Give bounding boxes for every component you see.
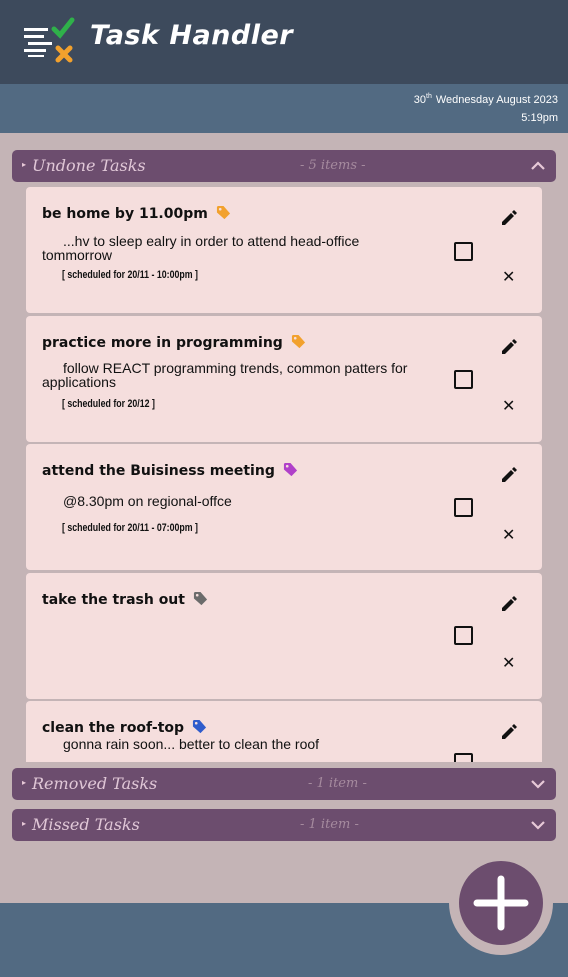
section-count: - 1 item - [308,776,367,791]
tag-icon [216,205,230,220]
date-day: 30 [413,94,427,106]
task-card: be home by 11.00pm ...hv to sleep ealry … [26,187,542,313]
edit-pencil-icon[interactable] [500,595,518,613]
section-arrow-icon: ▸ [22,778,27,787]
chevron-up-icon[interactable] [530,159,546,173]
section-missed-tasks[interactable]: ▸ Missed Tasks - 1 item - [12,809,556,841]
task-title: attend the Buisiness meeting [42,462,298,479]
section-title: Missed Tasks [32,815,140,834]
tag-icon [192,719,206,734]
section-count: - 5 items - [300,158,366,173]
delete-close-icon[interactable]: ✕ [502,269,515,285]
task-title-text: take the trash out [42,592,185,608]
task-title: clean the roof-top [42,719,207,736]
task-title: practice more in programming [42,334,306,351]
task-checkbox[interactable] [454,753,473,762]
task-description: ...hv to sleep ealry in order to attend … [42,233,360,263]
task-checkbox[interactable] [454,626,473,645]
chevron-down-icon[interactable] [530,818,546,832]
task-schedule: [ scheduled for 20/11 - 07:00pm ] [62,522,198,534]
section-undone-tasks[interactable]: ▸ Undone Tasks - 5 items - [12,150,556,182]
task-title: be home by 11.00pm [42,205,231,222]
task-checkbox[interactable] [454,498,473,517]
app-header: Task Handler [0,0,568,84]
edit-pencil-icon[interactable] [500,209,518,227]
task-card: practice more in programming follow REAC… [26,316,542,442]
chevron-down-icon[interactable] [530,777,546,791]
current-date: 30th Wednesday August 2023 [414,93,558,106]
task-card: attend the Buisiness meeting @8.30pm on … [26,444,542,570]
add-task-button[interactable] [459,861,543,945]
current-time: 5:19pm [521,112,558,124]
section-removed-tasks[interactable]: ▸ Removed Tasks - 1 item - [12,768,556,800]
date-rest: Wednesday August 2023 [435,94,558,106]
task-title-text: practice more in programming [42,335,283,351]
task-title: take the trash out [42,591,208,608]
edit-pencil-icon[interactable] [500,466,518,484]
tag-icon [193,591,207,606]
edit-pencil-icon[interactable] [500,723,518,741]
date-bar: 30th Wednesday August 2023 5:19pm [0,84,568,133]
section-arrow-icon: ▸ [22,819,27,828]
delete-close-icon[interactable]: ✕ [502,655,515,671]
tag-icon [291,334,305,349]
delete-close-icon[interactable]: ✕ [502,398,515,414]
section-arrow-icon: ▸ [22,160,27,169]
tag-icon [283,462,297,477]
task-card: take the trash out ✕ [26,573,542,699]
delete-close-icon[interactable]: ✕ [502,527,515,543]
date-day-suffix: th [426,93,432,100]
task-checkbox[interactable] [454,242,473,261]
section-title: Removed Tasks [32,774,158,793]
section-count: - 1 item - [300,817,359,832]
task-schedule: [ scheduled for 20/12 ] [62,398,155,410]
task-description: gonna rain soon... better to clean the r… [63,736,320,752]
task-title-text: clean the roof-top [42,720,185,736]
task-title-text: attend the Buisiness meeting [42,463,275,479]
task-description: follow REACT programming trends, common … [42,360,408,390]
app-title: Task Handler [90,20,294,51]
checklist-logo-icon [24,17,75,63]
section-title: Undone Tasks [32,156,146,175]
task-title-text: be home by 11.00pm [42,206,208,222]
task-checkbox[interactable] [454,370,473,389]
task-description: @8.30pm on regional-offce [63,493,232,509]
edit-pencil-icon[interactable] [500,338,518,356]
undone-task-list[interactable]: be home by 11.00pm ...hv to sleep ealry … [0,182,568,762]
task-card: clean the roof-top gonna rain soon... be… [26,701,542,762]
plus-icon [473,875,529,931]
task-schedule: [ scheduled for 20/11 - 10:00pm ] [62,269,198,281]
